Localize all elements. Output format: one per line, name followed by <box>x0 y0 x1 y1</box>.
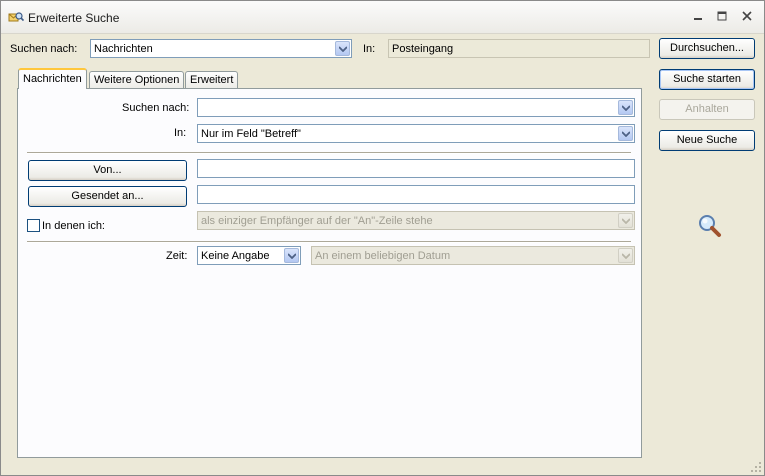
panel-in-combo[interactable]: Nur im Feld "Betreff" <box>197 124 635 143</box>
where-i-am-dropdown-button[interactable] <box>618 213 633 228</box>
messages-tab-panel <box>17 88 642 458</box>
chevron-down-icon <box>622 131 630 137</box>
time-label: Zeit: <box>166 250 188 262</box>
panel-in-label: In: <box>174 127 187 139</box>
chevron-down-icon <box>288 253 296 259</box>
date-value: An einem beliebigen Datum <box>315 250 451 262</box>
chevron-down-icon <box>622 253 630 259</box>
where-i-am-label: In denen ich: <box>42 220 105 232</box>
resize-grip-icon[interactable] <box>750 461 762 473</box>
browse-button[interactable]: Durchsuchen... <box>659 38 755 59</box>
close-icon[interactable] <box>740 10 754 22</box>
tab-more-options[interactable]: Weitere Optionen <box>89 71 185 89</box>
time-dropdown-button[interactable] <box>284 248 299 263</box>
panel-in-dropdown-button[interactable] <box>618 126 633 141</box>
search-app-icon <box>8 12 24 22</box>
where-i-am-checkbox[interactable] <box>27 219 40 232</box>
from-button[interactable]: Von... <box>28 160 187 181</box>
where-i-am-combo[interactable]: als einziger Empfänger auf der "An"-Zeil… <box>197 211 635 230</box>
title-bar[interactable]: Erweiterte Suche <box>1 1 764 34</box>
search-for-combo[interactable]: Nachrichten <box>90 39 352 58</box>
minimize-icon[interactable] <box>691 10 705 22</box>
window-title: Erweiterte Suche <box>28 11 120 25</box>
separator <box>27 152 631 154</box>
tab-advanced[interactable]: Erweitert <box>185 71 239 89</box>
tab-messages[interactable]: Nachrichten <box>18 68 87 89</box>
panel-search-for-label: Suchen nach: <box>122 102 190 114</box>
maximize-icon[interactable] <box>715 10 729 22</box>
sent-to-button[interactable]: Gesendet an... <box>28 186 187 207</box>
search-for-dropdown-button[interactable] <box>335 41 350 56</box>
panel-in-value: Nur im Feld "Betreff" <box>201 128 301 140</box>
search-for-value: Nachrichten <box>94 43 153 55</box>
date-dropdown-button[interactable] <box>618 248 633 263</box>
magnifier-icon <box>699 215 721 237</box>
time-combo[interactable]: Keine Angabe <box>197 246 301 265</box>
separator <box>27 241 631 243</box>
time-value: Keine Angabe <box>201 250 270 262</box>
in-folder-field: Posteingang <box>388 39 650 58</box>
sent-to-input[interactable] <box>197 185 635 204</box>
where-i-am-value: als einziger Empfänger auf der "An"-Zeil… <box>201 215 433 227</box>
chevron-down-icon <box>622 218 630 224</box>
start-search-button[interactable]: Suche starten <box>659 69 755 90</box>
panel-search-for-dropdown-button[interactable] <box>618 100 633 115</box>
from-input[interactable] <box>197 159 635 178</box>
chevron-down-icon <box>339 46 347 52</box>
in-folder-value: Posteingang <box>392 43 454 55</box>
search-for-label: Suchen nach: <box>10 43 78 55</box>
new-search-button[interactable]: Neue Suche <box>659 130 755 151</box>
date-combo[interactable]: An einem beliebigen Datum <box>311 246 635 265</box>
stop-button[interactable]: Anhalten <box>659 99 755 120</box>
advanced-search-window: Erweiterte Suche Suchen nach: Nachrichte… <box>0 0 765 476</box>
panel-search-for-combo[interactable] <box>197 98 635 117</box>
chevron-down-icon <box>622 105 630 111</box>
in-folder-label: In: <box>363 43 376 55</box>
